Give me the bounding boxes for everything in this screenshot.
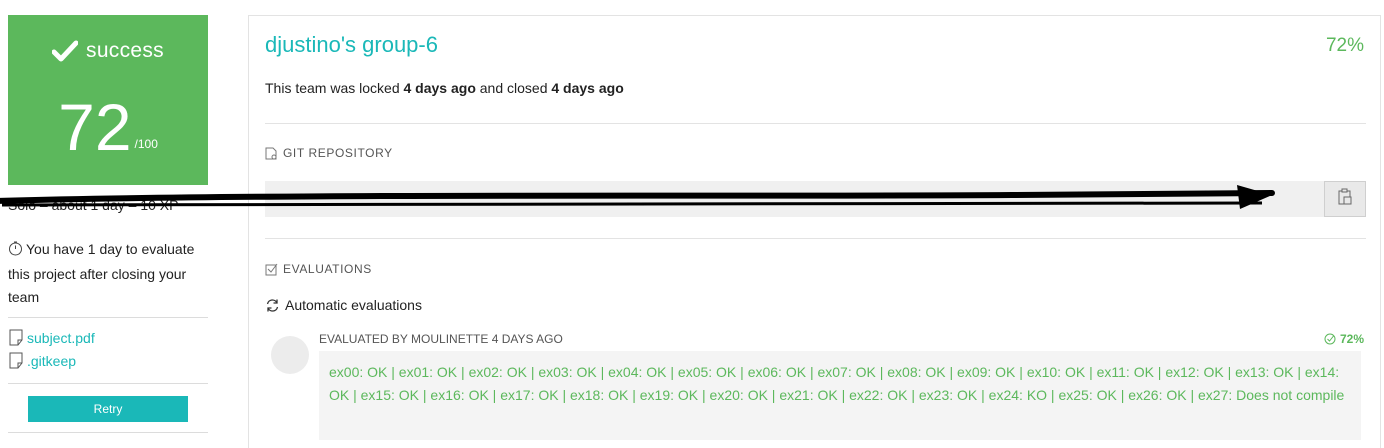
status-label: success [86,39,164,62]
evaluation-notice-text: You have 1 day to evaluate this project … [8,241,195,305]
check-circle-icon [1324,333,1336,345]
divider [8,383,208,384]
repository-url-field[interactable] [265,181,1324,217]
file-icon [8,329,24,346]
automatic-evaluations-title: Automatic evaluations [265,297,422,313]
file-link-label[interactable]: .gitkeep [27,353,76,369]
evaluation-results: ex00: OK | ex01: OK | ex02: OK | ex03: O… [319,351,1361,440]
score-max: /100 [134,137,158,151]
score-row: 72 /100 [8,91,208,163]
refresh-icon [265,298,280,313]
evaluation-score: 72% [1324,332,1364,346]
check-icon [52,40,79,62]
repository-row [265,181,1366,217]
file-link-label[interactable]: subject.pdf [27,330,95,346]
divider [8,432,208,433]
divider [8,317,208,318]
file-icon [8,352,24,369]
avatar [271,336,309,374]
lock-info: This team was locked 4 days ago and clos… [265,80,624,96]
divider [265,123,1366,124]
divider [265,238,1366,239]
checkbox-icon [265,263,278,276]
team-panel: djustino's group-6 72% This team was loc… [248,15,1381,448]
automatic-evaluations-label: Automatic evaluations [285,297,422,313]
copy-button[interactable] [1324,181,1366,217]
evaluated-by: EVALUATED BY MOULINETTE 4 DAYS AGO [319,332,563,346]
closed-ago: 4 days ago [551,80,624,96]
lock-middle: and closed [479,80,548,96]
evaluations-header-label: EVALUATIONS [283,262,372,276]
project-meta: Solo – about 1 day – 10 XP [8,197,179,213]
score-value: 72 [58,90,132,164]
clipboard-icon [1337,188,1353,211]
locked-ago: 4 days ago [403,80,476,96]
team-title[interactable]: djustino's group-6 [265,32,438,58]
file-link-gitkeep[interactable]: .gitkeep [8,352,76,369]
repository-header-label: GIT REPOSITORY [283,146,393,160]
evaluation-notice: You have 1 day to evaluate this project … [8,238,208,309]
repository-icon [265,147,278,160]
timer-icon [8,240,23,263]
evaluations-header: EVALUATIONS [265,262,372,276]
repository-header: GIT REPOSITORY [265,146,393,160]
evaluation-score-value: 72% [1339,332,1364,346]
status-row: success [8,39,208,63]
score-card: success 72 /100 [8,15,208,185]
lock-prefix: This team was locked [265,80,400,96]
retry-button[interactable]: Retry [28,396,188,422]
file-link-subject[interactable]: subject.pdf [8,329,95,346]
team-percent: 72% [1325,35,1364,56]
